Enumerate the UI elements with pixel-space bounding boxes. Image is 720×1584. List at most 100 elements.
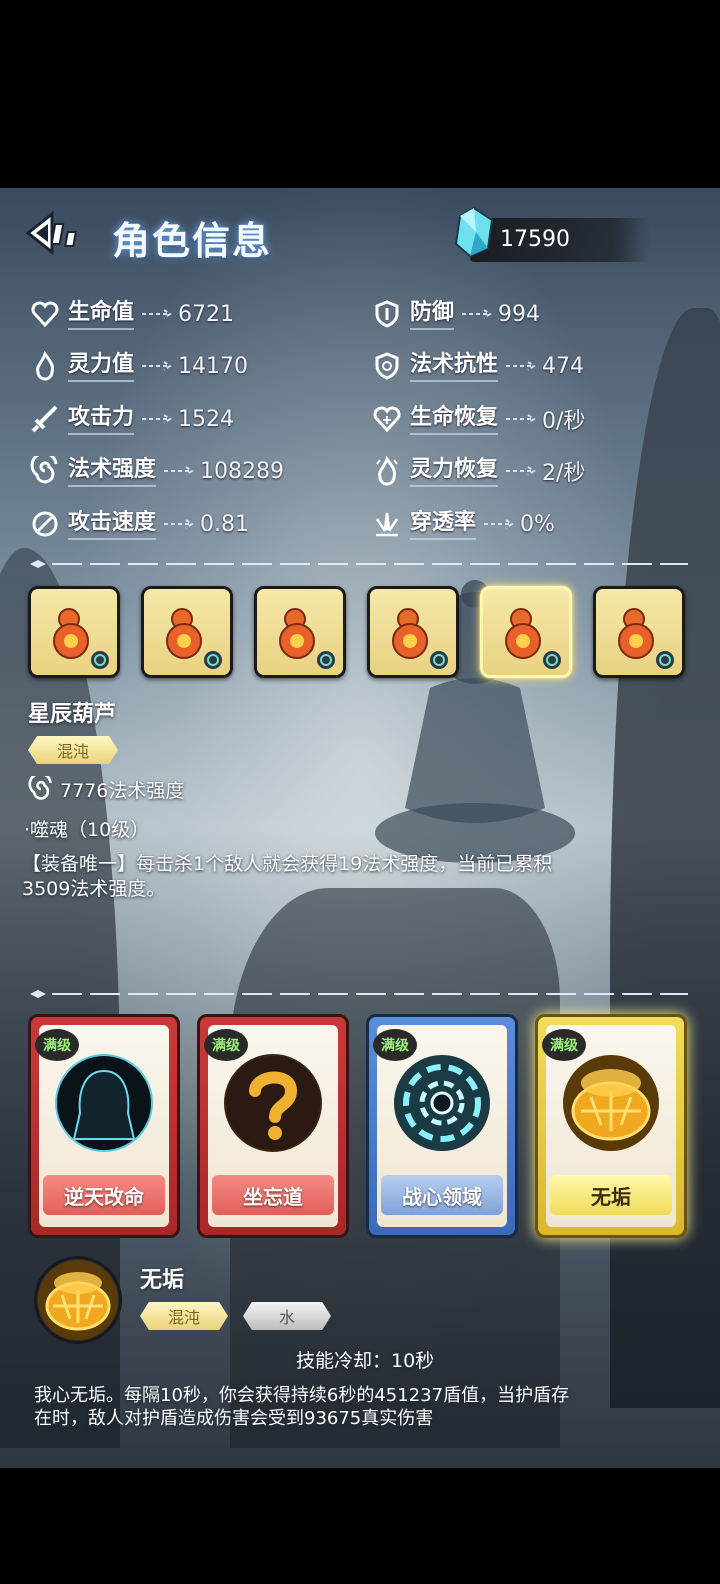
- arrow-icon: [506, 361, 536, 371]
- stat-magic-resist: 法术抗性 474: [372, 346, 584, 386]
- pierce-icon: [375, 512, 399, 537]
- page-title: 角色信息: [112, 219, 273, 263]
- equipment-slot-2[interactable]: [141, 586, 233, 678]
- skill-card-1[interactable]: 满级 逆天改命: [28, 1014, 180, 1238]
- stat-label: 攻击力: [68, 403, 135, 435]
- arrow-icon: [142, 309, 172, 319]
- skill-tag-water: 水: [243, 1302, 331, 1330]
- stat-label: 防御: [410, 298, 455, 330]
- heart-icon: [31, 301, 59, 328]
- item-bonus: 7776法术强度: [60, 780, 185, 802]
- question-mark-icon: [224, 1054, 322, 1152]
- stat-attack: 攻击力 1524: [30, 399, 234, 439]
- game-screen: 角色信息 17590 生命值 6721 灵力值 14170 攻击力 1524 法…: [0, 188, 720, 1468]
- stat-label: 生命恢复: [410, 403, 499, 435]
- skill-description: 我心无垢。每隔10秒，你会获得持续6秒的451237盾值，当护盾存 在时，敌人对…: [34, 1384, 634, 1430]
- max-level-badge: 满级: [373, 1029, 417, 1061]
- magic-shield-icon: [375, 352, 399, 380]
- stat-label: 生命值: [68, 298, 135, 330]
- stat-value: 0/秒: [542, 409, 586, 434]
- hooded-figure-icon: [55, 1054, 153, 1152]
- stat-label: 攻击速度: [68, 508, 157, 540]
- equipment-slot-4[interactable]: [367, 586, 459, 678]
- gourd-icon: [618, 608, 674, 669]
- arrow-icon: [142, 361, 172, 371]
- stat-penetration: 穿透率 0%: [372, 504, 555, 544]
- skill-tag-chaos: 混沌: [140, 1302, 228, 1330]
- skill-name: 无垢: [550, 1175, 672, 1215]
- skill-card-4[interactable]: 满级 无垢: [535, 1014, 687, 1238]
- stat-spell-power: 法术强度 108289: [30, 451, 284, 491]
- stat-value: 994: [498, 301, 541, 327]
- sword-icon: [31, 405, 58, 433]
- stat-hp-regen: 生命恢复 0/秒: [372, 399, 585, 439]
- element-tag: 混沌: [28, 736, 118, 764]
- gourd-icon: [505, 608, 561, 669]
- golden-shell-icon: [563, 1055, 659, 1151]
- item-passive-desc-line2: 3509法术强度。: [22, 878, 166, 900]
- equipment-slot-1[interactable]: [28, 586, 120, 678]
- arrow-icon: [142, 414, 172, 424]
- stat-label: 灵力值: [68, 350, 135, 382]
- skill-desc-line1: 我心无垢。每隔10秒，你会获得持续6秒的451237盾值，当护盾存: [34, 1385, 570, 1406]
- stat-hp: 生命值 6721: [30, 294, 234, 334]
- stat-value: 6721: [178, 301, 235, 327]
- gourd-icon: [279, 608, 335, 669]
- arrow-icon: [164, 519, 194, 529]
- header: 角色信息 17590: [0, 188, 720, 278]
- equipment-slot-5[interactable]: [480, 586, 572, 678]
- stat-value: 0%: [520, 511, 555, 537]
- arrow-icon: [506, 414, 536, 424]
- stat-label: 法术强度: [68, 455, 157, 487]
- skill-name: 战心领域: [381, 1175, 503, 1215]
- flame-regen-icon: [376, 456, 398, 486]
- heart-regen-icon: [373, 406, 401, 433]
- stat-attack-speed: 攻击速度 0.81: [30, 504, 249, 544]
- arrow-icon: [484, 519, 514, 529]
- stat-value: 108289: [200, 458, 284, 484]
- arrow-icon: [164, 466, 194, 476]
- swirl-icon: [30, 456, 58, 484]
- stat-defense: 防御 994: [372, 294, 540, 334]
- item-passive-desc-line1: 【装备唯一】每击杀1个敌人就会获得19法术强度，当前已累积: [22, 853, 553, 875]
- stat-mana: 灵力值 14170: [30, 346, 248, 386]
- shield-icon: [375, 300, 399, 328]
- stat-value: 14170: [178, 353, 249, 379]
- selected-skill-icon: [34, 1256, 122, 1344]
- section-divider: [30, 990, 688, 998]
- gourd-icon: [166, 608, 222, 669]
- gourd-icon: [53, 608, 109, 669]
- skill-cooldown: 技能冷却：10秒: [296, 1350, 435, 1372]
- flame-icon: [36, 351, 54, 381]
- selected-skill-name: 无垢: [140, 1268, 185, 1293]
- stat-label: 灵力恢复: [410, 455, 499, 487]
- max-level-badge: 满级: [542, 1029, 586, 1061]
- max-level-badge: 满级: [204, 1029, 248, 1061]
- stat-value: 1524: [178, 406, 235, 432]
- equipment-slot-3[interactable]: [254, 586, 346, 678]
- gourd-icon: [392, 608, 448, 669]
- currency-amount: 17590: [500, 227, 570, 252]
- crystal-gem-icon: [454, 206, 494, 258]
- skill-desc-line2: 在时，敌人对护盾造成伤害会受到93675真实伤害: [34, 1408, 434, 1429]
- arrow-icon: [506, 466, 536, 476]
- section-divider: [30, 560, 688, 568]
- skill-name: 坐忘道: [212, 1175, 334, 1215]
- stat-mana-regen: 灵力恢复 2/秒: [372, 451, 585, 491]
- stat-value: 0.81: [200, 511, 249, 537]
- skill-name: 逆天改命: [43, 1175, 165, 1215]
- stat-value: 474: [542, 353, 585, 379]
- skill-card-2[interactable]: 满级 坐忘道: [197, 1014, 349, 1238]
- swirl-icon: [28, 776, 52, 800]
- back-button[interactable]: [22, 208, 92, 258]
- vortex-icon: [394, 1055, 490, 1151]
- skill-card-3[interactable]: 满级 战心领域: [366, 1014, 518, 1238]
- stat-label: 法术抗性: [410, 350, 499, 382]
- equipment-slot-6[interactable]: [593, 586, 685, 678]
- arrow-icon: [462, 309, 492, 319]
- max-level-badge: 满级: [35, 1029, 79, 1061]
- item-name: 星辰葫芦: [28, 702, 117, 727]
- stat-value: 2/秒: [542, 461, 586, 486]
- speed-icon: [32, 511, 58, 537]
- stat-label: 穿透率: [410, 508, 477, 540]
